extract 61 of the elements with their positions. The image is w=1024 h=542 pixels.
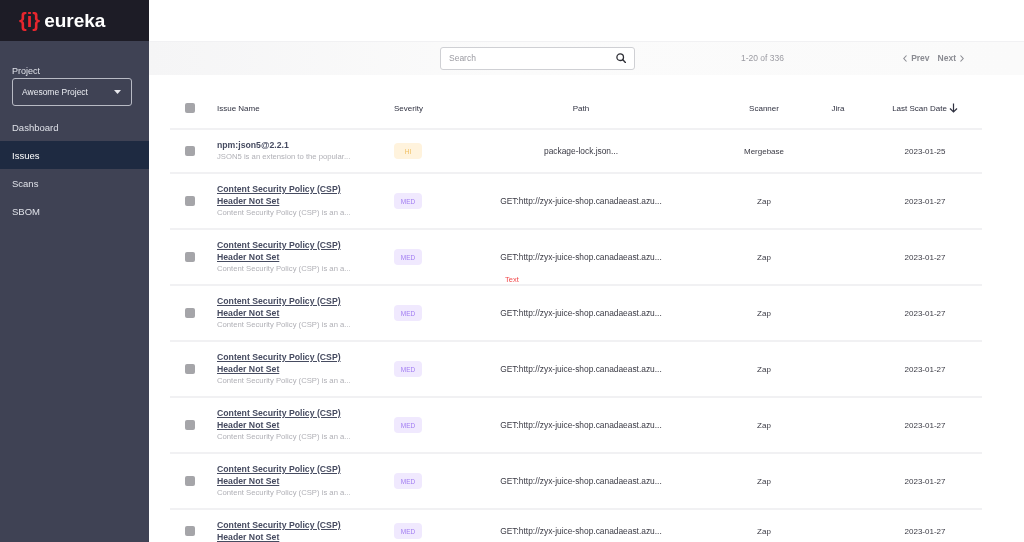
issue-name[interactable]: Content Security Policy (CSP) Header Not Set <box>217 519 357 542</box>
path-cell: GET:http://zyx-juice-shop.canadaeast.azu... <box>500 476 662 486</box>
date-cell: 2023-01-25 <box>904 146 946 156</box>
project-select[interactable]: Awesome Project <box>12 78 132 106</box>
scanner-cell: Zap <box>757 364 771 374</box>
scanner-cell: Zap <box>757 308 771 318</box>
column-header[interactable]: Path <box>572 103 590 113</box>
issue-name[interactable]: npm:json5@2.2.1 <box>217 139 289 151</box>
nav-item[interactable]: SBOM <box>0 197 149 225</box>
checkbox[interactable] <box>185 146 195 156</box>
checkbox[interactable] <box>185 308 195 318</box>
date-cell: 2023-01-27 <box>904 196 946 206</box>
column-header[interactable]: Severity <box>394 103 423 113</box>
date-cell: 2023-01-27 <box>904 364 946 374</box>
chevron-right-icon <box>960 54 964 62</box>
date-cell: 2023-01-27 <box>904 526 946 536</box>
column-header[interactable]: Jira <box>831 103 845 113</box>
date-cell: 2023-01-27 <box>904 308 946 318</box>
scanner-cell: Zap <box>757 252 771 262</box>
scanner-cell: Zap <box>757 196 771 206</box>
checkbox[interactable] <box>185 103 195 113</box>
arrow-down-icon[interactable] <box>948 103 958 113</box>
path-cell: GET:http://zyx-juice-shop.canadaeast.azu... <box>500 252 662 262</box>
date-cell: 2023-01-27 <box>904 476 946 486</box>
chevron-left-icon <box>903 54 908 62</box>
logo: {i} eureka <box>19 8 106 33</box>
path-cell: GET:http://zyx-juice-shop.canadaeast.azu... <box>500 364 662 374</box>
scanner-cell: Zap <box>757 526 771 536</box>
nav-item[interactable]: Scans <box>0 169 149 197</box>
checkbox[interactable] <box>185 420 195 430</box>
issue-name[interactable]: Content Security Policy (CSP) Header Not Set <box>217 463 357 487</box>
path-cell: GET:http://zyx-juice-shop.canadaeast.azu... <box>500 526 662 536</box>
caret-icon <box>114 90 121 94</box>
date-cell: 2023-01-27 <box>904 252 946 262</box>
issue-name[interactable]: Content Security Policy (CSP) Header Not Set <box>217 183 357 207</box>
path-cell: package-lock.json... <box>544 146 618 156</box>
column-header[interactable]: Scanner <box>749 103 779 113</box>
search-field[interactable]: Search <box>440 46 635 70</box>
issue-name[interactable]: Content Security Policy (CSP) Header Not Set <box>217 351 357 375</box>
path-cell: GET:http://zyx-juice-shop.canadaeast.azu... <box>500 196 662 206</box>
checkbox[interactable] <box>185 364 195 374</box>
issue-name[interactable]: Content Security Policy (CSP) Header Not Set <box>217 239 357 263</box>
column-header[interactable]: Last Scan Date <box>892 103 947 113</box>
checkbox[interactable] <box>185 476 195 486</box>
scanner-cell: Zap <box>757 420 771 430</box>
nav-item[interactable]: Issues <box>0 141 149 169</box>
issue-name[interactable]: Content Security Policy (CSP) Header Not Set <box>217 295 357 319</box>
scanner-cell: Zap <box>757 476 771 486</box>
project-label: Project <box>12 66 40 76</box>
checkbox[interactable] <box>185 196 195 206</box>
scanner-cell: Mergebase <box>744 146 784 156</box>
issue-name[interactable]: Content Security Policy (CSP) Header Not Set <box>217 407 357 431</box>
column-header[interactable]: Issue Name <box>217 103 260 113</box>
path-cell: GET:http://zyx-juice-shop.canadaeast.azu... <box>500 308 662 318</box>
result-count: 1-20 of 336 <box>741 53 784 63</box>
checkbox[interactable] <box>185 252 195 262</box>
search-icon[interactable] <box>616 53 626 63</box>
checkbox[interactable] <box>185 526 195 536</box>
nav-item[interactable]: Dashboard <box>0 113 149 141</box>
path-cell: GET:http://zyx-juice-shop.canadaeast.azu... <box>500 420 662 430</box>
date-cell: 2023-01-27 <box>904 420 946 430</box>
